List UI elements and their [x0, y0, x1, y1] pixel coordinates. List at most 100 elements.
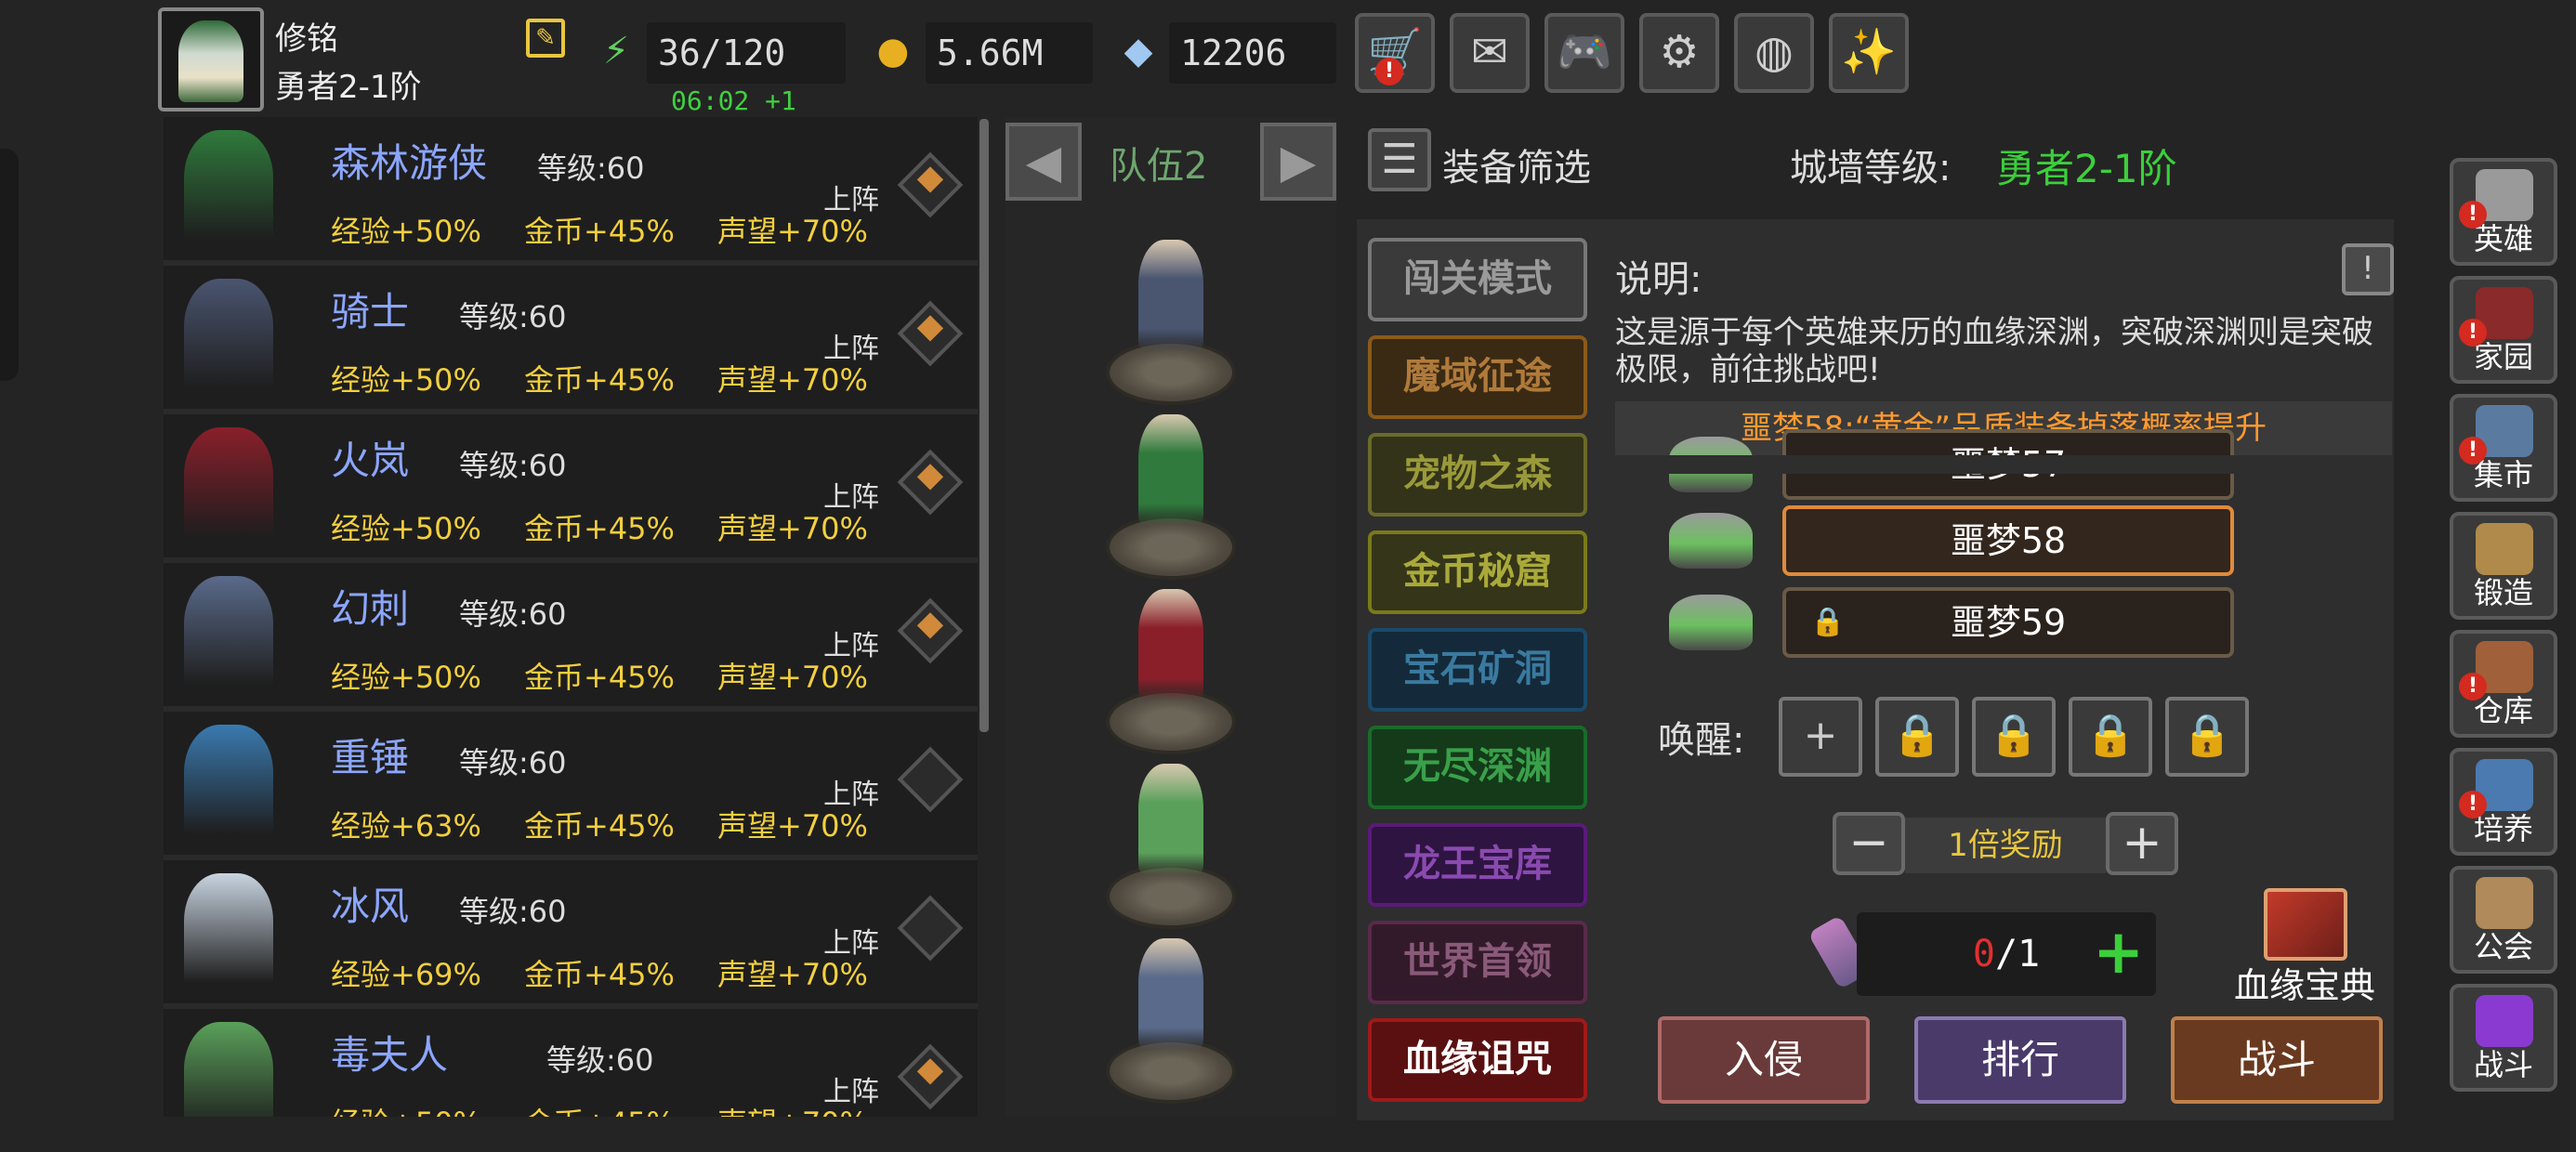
deploy-label: 上阵 — [823, 481, 879, 514]
reward-increase-button[interactable]: + — [2106, 812, 2178, 875]
team-prev-arrow[interactable]: ◀ — [1005, 123, 1082, 201]
hero-row[interactable]: 森林游侠 等级:60 经验+50% 金币+45% 声望+70% 上阵 — [164, 117, 978, 260]
hero-level: 等级:60 — [459, 745, 567, 780]
deploy-toggle-icon[interactable] — [897, 449, 964, 516]
hero-sprite — [184, 279, 273, 398]
team-member-sprite[interactable] — [1138, 938, 1203, 1050]
mode-tab[interactable]: 无尽深渊 — [1368, 726, 1587, 809]
level-label: 噩梦59 — [1950, 602, 2067, 643]
equipment-filter-label[interactable]: 装备筛选 — [1442, 137, 1591, 191]
hero-row[interactable]: 骑士 等级:60 经验+50% 金币+45% 声望+70% 上阵 — [164, 266, 978, 409]
lock-icon: 🔒 — [1810, 606, 1846, 638]
mode-tab[interactable]: 龙王宝库 — [1368, 823, 1587, 907]
sidebar-button-market[interactable]: 集市! — [2450, 394, 2557, 502]
mode-tab[interactable]: 宝石矿洞 — [1368, 628, 1587, 712]
color-wheel-button[interactable]: ◍ — [1734, 13, 1814, 93]
gear-icon: ⚙ — [1659, 26, 1700, 78]
hero-sprite — [184, 576, 273, 695]
level-option[interactable]: 🔒 噩梦59 — [1782, 587, 2234, 658]
anvil-icon — [2476, 523, 2533, 575]
alert-badge-icon: ! — [2459, 319, 2487, 347]
deploy-toggle-icon[interactable] — [897, 895, 964, 962]
sidebar-button-portal[interactable]: 战斗 — [2450, 984, 2557, 1092]
sidebar-label: 公会 — [2473, 929, 2533, 964]
sidebar-label: 战斗 — [2473, 1047, 2533, 1082]
team-member-sprite[interactable] — [1138, 764, 1203, 875]
mode-tab[interactable]: 闯关模式 — [1368, 238, 1587, 321]
hero-sprite — [184, 130, 273, 249]
player-avatar[interactable] — [158, 7, 264, 111]
mode-tab[interactable]: 血缘诅咒 — [1368, 1018, 1587, 1102]
mode-tab[interactable]: 世界首领 — [1368, 921, 1587, 1004]
gear-button[interactable]: ⚙ — [1639, 13, 1719, 93]
edit-name-icon[interactable]: ✎ — [526, 19, 565, 58]
sidebar-button-chest[interactable]: 仓库! — [2450, 630, 2557, 738]
bloodline-book-icon[interactable] — [2264, 888, 2347, 961]
alert-badge-icon: ! — [2459, 437, 2487, 465]
gamepad-button[interactable]: 🎮 — [1544, 13, 1624, 93]
wall-level-label: 城墙等级: — [1790, 147, 1952, 190]
deploy-toggle-icon[interactable] — [897, 597, 964, 664]
mail-button[interactable]: ✉ — [1450, 13, 1530, 93]
hero-exp-bonus: 经验+63% — [331, 808, 481, 844]
hero-row[interactable]: 重锤 等级:60 经验+63% 金币+45% 声望+70% 上阵 — [164, 712, 978, 855]
invade-button[interactable]: 入侵 — [1658, 1016, 1870, 1104]
hero-name: 冰风 — [331, 884, 410, 929]
deploy-label: 上阵 — [823, 630, 879, 662]
reward-decrease-button[interactable]: − — [1833, 812, 1905, 875]
hero-list-scrollbar[interactable] — [979, 119, 989, 732]
hero-level: 等级:60 — [459, 596, 567, 632]
deploy-toggle-icon[interactable] — [897, 1043, 964, 1110]
level-option[interactable]: 噩梦58 — [1782, 505, 2234, 576]
team-member-sprite[interactable] — [1138, 240, 1203, 351]
battle-button[interactable]: 战斗 — [2171, 1016, 2383, 1104]
awaken-lock-icon[interactable]: 🔒 — [2069, 697, 2152, 777]
mode-tab[interactable]: 魔域征途 — [1368, 335, 1587, 419]
ranking-button[interactable]: 排行 — [1914, 1016, 2126, 1104]
deploy-label: 上阵 — [823, 927, 879, 960]
add-attempt-button[interactable]: + — [2093, 920, 2149, 985]
fireworks-button[interactable]: ✨ — [1829, 13, 1909, 93]
sidebar-button-guild[interactable]: 公会 — [2450, 866, 2557, 974]
deploy-toggle-icon[interactable] — [897, 746, 964, 813]
awaken-lock-icon[interactable]: 🔒 — [1972, 697, 2056, 777]
bloodline-book-label[interactable]: 血缘宝典 — [2234, 957, 2375, 1008]
mode-tab[interactable]: 金币秘窟 — [1368, 530, 1587, 614]
gold-value: 5.66M — [926, 22, 1093, 84]
mode-tab[interactable]: 宠物之森 — [1368, 433, 1587, 517]
team-member-sprite[interactable] — [1138, 589, 1203, 700]
hero-row[interactable]: 火岚 等级:60 经验+50% 金币+45% 声望+70% 上阵 — [164, 414, 978, 557]
gamepad-icon: 🎮 — [1557, 26, 1612, 78]
deploy-toggle-icon[interactable] — [897, 151, 964, 218]
fireworks-icon: ✨ — [1841, 26, 1897, 78]
left-edge-tab[interactable] — [0, 149, 19, 381]
hero-list[interactable]: 森林游侠 等级:60 经验+50% 金币+45% 声望+70% 上阵 骑士 等级:60 经验+5… — [164, 117, 978, 1117]
sidebar-button-trophy[interactable]: 培养! — [2450, 748, 2557, 856]
hero-exp-bonus: 经验+50% — [331, 511, 481, 546]
awaken-lock-icon[interactable]: 🔒 — [2165, 697, 2249, 777]
hero-level: 等级:60 — [459, 448, 567, 483]
sidebar-button-helmet[interactable]: 英雄! — [2450, 158, 2557, 266]
equipment-filter-button[interactable]: ☰ — [1368, 128, 1431, 191]
hero-gold-bonus: 金币+45% — [524, 1100, 675, 1117]
team-member-sprite[interactable] — [1138, 414, 1203, 526]
hero-name: 森林游侠 — [331, 140, 488, 186]
hero-row[interactable]: 冰风 等级:60 经验+69% 金币+45% 声望+70% 上阵 — [164, 860, 978, 1003]
awaken-add-slot[interactable]: + — [1779, 697, 1862, 777]
alert-badge-icon: ! — [2459, 201, 2487, 229]
team-next-arrow[interactable]: ▶ — [1260, 123, 1336, 201]
hero-row[interactable]: 幻刺 等级:60 经验+50% 金币+45% 声望+70% 上阵 — [164, 563, 978, 706]
gem-icon: ◆ — [1124, 30, 1153, 72]
deploy-label: 上阵 — [823, 333, 879, 365]
shop-cart-button[interactable]: 🛒! — [1355, 13, 1435, 93]
sidebar-button-anvil[interactable]: 锻造 — [2450, 512, 2557, 620]
hero-name: 毒夫人 — [331, 1032, 449, 1078]
awaken-lock-icon[interactable]: 🔒 — [1875, 697, 1959, 777]
guild-icon — [2476, 877, 2533, 929]
team-title: 队伍2 — [1110, 145, 1208, 188]
deploy-toggle-icon[interactable] — [897, 300, 964, 367]
sidebar-button-castle[interactable]: 家园! — [2450, 276, 2557, 384]
help-icon[interactable]: ! — [2342, 243, 2394, 295]
hero-row[interactable]: 毒夫人等级:60经验+50%金币+45%声望+70%上阵 — [164, 1009, 978, 1117]
hero-name: 火岚 — [331, 438, 410, 483]
